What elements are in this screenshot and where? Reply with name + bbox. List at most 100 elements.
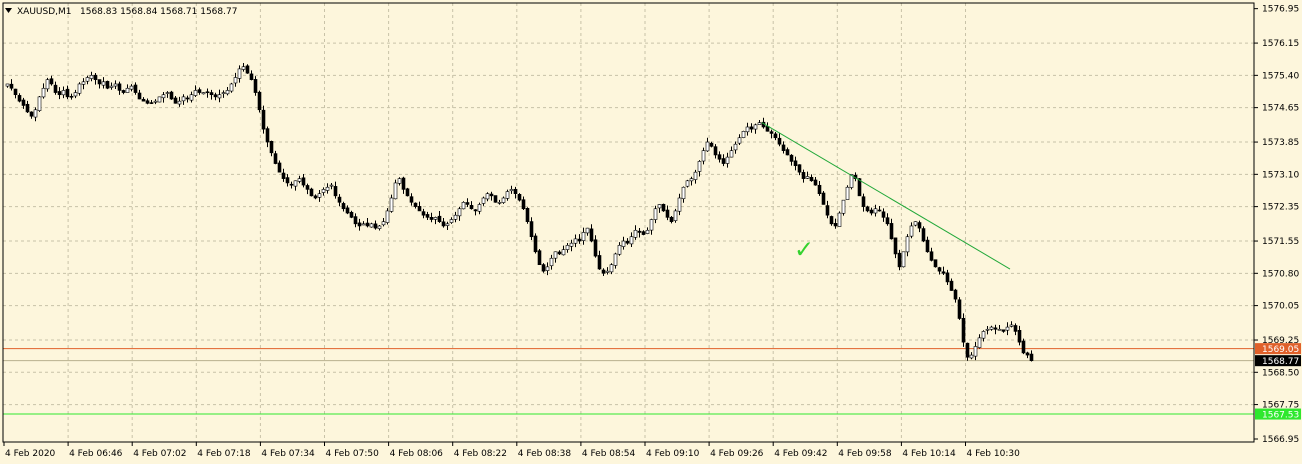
candle-body [573, 238, 578, 244]
chart[interactable]: ✓ 1576.95 1576.15 1575.40 1574.65 1573.85 157… [0, 0, 1302, 464]
candle-body [449, 219, 454, 223]
ohlc-values: 1568.83 1568.84 1568.71 1568.77 [80, 7, 237, 17]
candle-body [97, 79, 102, 85]
candle-body [393, 182, 398, 200]
candle-body [753, 124, 758, 130]
candle-body [893, 237, 898, 255]
candle-body [441, 221, 446, 227]
candle-body [533, 235, 538, 253]
candle-body [517, 194, 522, 201]
candle-body [217, 94, 222, 99]
price-axis[interactable]: 1576.95 1576.15 1575.40 1574.65 1573.85 1573.… [1254, 5, 1299, 445]
candle-body [997, 328, 1002, 331]
plot-area [3, 3, 1254, 442]
candle-body [613, 253, 618, 266]
candle-body [929, 251, 934, 261]
candle-body [289, 183, 294, 186]
level-tag-label: 1567.53 [1262, 411, 1299, 421]
x-tick-label: 4 Feb 08:06 [390, 449, 444, 459]
candle-body [33, 109, 38, 118]
candle-body [1013, 325, 1018, 332]
level-tag-label: 1568.77 [1262, 357, 1299, 367]
candle-body [629, 236, 634, 245]
candle-body [113, 83, 118, 87]
candle-body [841, 199, 846, 214]
y-tick-label: 1573.85 [1262, 138, 1299, 148]
candle-body [461, 202, 466, 210]
candle-body [709, 142, 714, 147]
candle-body [129, 85, 134, 90]
candle-body [265, 128, 270, 143]
candle-body [29, 111, 34, 117]
candle-body [101, 81, 106, 86]
x-tick-label: 4 Feb 09:10 [646, 449, 700, 459]
chart-svg[interactable]: ✓ 1576.951576.151575.401574.651573.85157… [0, 0, 1302, 464]
candle-body [825, 205, 830, 216]
candle-body [377, 225, 382, 229]
candle-body [497, 202, 502, 204]
candle-body [577, 238, 582, 242]
candle-body [801, 172, 806, 179]
candle-body [877, 209, 882, 212]
candle-body [309, 188, 314, 197]
candle-body [285, 177, 290, 184]
time-axis[interactable]: 4 Feb 2020 4 Feb 06:46 4 Feb 07:02 4 Feb 07… [3, 442, 1020, 459]
candle-body [797, 164, 802, 173]
candle-body [169, 91, 174, 100]
candle-body [873, 208, 878, 214]
candle-body [937, 267, 942, 272]
x-tick-label: 4 Feb 09:42 [774, 449, 827, 459]
candle-body [361, 223, 366, 226]
candle-body [529, 221, 534, 238]
y-tick-label: 1570.80 [1262, 269, 1299, 279]
candle-body [153, 100, 158, 103]
candle-body [337, 196, 342, 203]
candle-body [637, 230, 642, 233]
candle-body [189, 94, 194, 101]
candle-body [277, 162, 282, 173]
candle-body [693, 171, 698, 180]
y-tick-label: 1572.35 [1262, 203, 1299, 213]
candle-body [477, 204, 482, 212]
x-tick-label: 4 Feb 09:26 [710, 449, 764, 459]
candle-body [173, 97, 178, 104]
candle-body [561, 249, 566, 256]
x-tick-label: 4 Feb 07:02 [133, 449, 186, 459]
level-tags: 1569.05 1568.77 1567.53 [1255, 343, 1301, 421]
candle-body [809, 176, 814, 182]
candle-body [317, 193, 322, 198]
chart-header: XAUUSD,M1 1568.83 1568.84 1568.71 1568.7… [5, 7, 237, 17]
candle-body [617, 245, 622, 255]
candle-body [69, 95, 74, 98]
candle-body [365, 222, 370, 227]
candle-body [773, 133, 778, 139]
x-tick-label: 4 Feb 07:34 [261, 449, 315, 459]
candle-body [977, 337, 982, 348]
candle-body [933, 259, 938, 268]
candle-body [829, 216, 834, 225]
candle-body [161, 94, 166, 99]
candle-body [665, 209, 670, 218]
candle-body [349, 211, 354, 218]
candle-body [601, 269, 606, 274]
candle-body [681, 186, 686, 200]
candle-body [541, 264, 546, 272]
candle-body [969, 354, 974, 359]
candle-body [445, 223, 450, 226]
candle-body [249, 73, 254, 80]
candle-body [485, 193, 490, 200]
candle-body [341, 203, 346, 210]
candle-body [1021, 340, 1026, 354]
x-tick-label: 4 Feb 07:18 [197, 449, 251, 459]
candle-body [489, 193, 494, 197]
candle-body [49, 78, 54, 85]
y-tick-label: 1574.65 [1262, 104, 1299, 114]
candle-body [909, 225, 914, 237]
candle-body [509, 189, 514, 192]
candle-body [389, 197, 394, 212]
candle-body [313, 195, 318, 199]
candle-body [805, 176, 810, 179]
candle-body [917, 222, 922, 229]
candle-body [421, 211, 426, 216]
candle-body [457, 208, 462, 217]
